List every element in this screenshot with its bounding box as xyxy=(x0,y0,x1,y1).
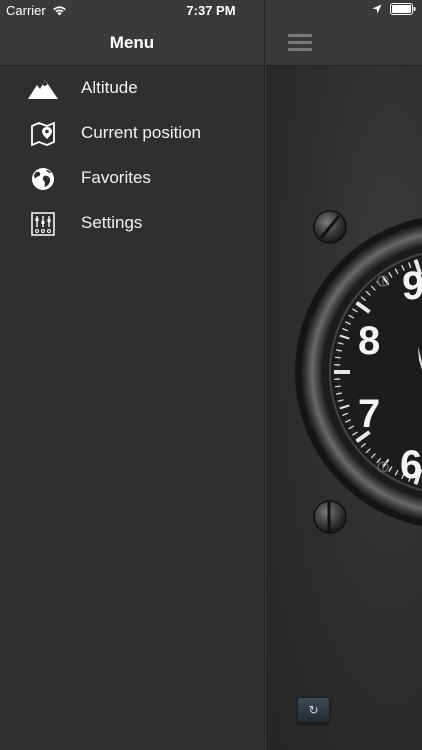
screw-top xyxy=(313,210,347,244)
gauge-tick xyxy=(334,356,341,359)
menu-item-label: Current position xyxy=(81,123,202,142)
altimeter-gauge: 9 8 7 6 xyxy=(295,210,422,534)
status-bar: Carrier 7:37 PM xyxy=(0,0,422,22)
location-arrow-icon xyxy=(372,4,382,14)
sliders-icon xyxy=(28,211,58,237)
menu-title: Menu xyxy=(109,33,155,52)
menu-item-label: Favorites xyxy=(81,168,151,187)
refresh-button[interactable]: ↻ xyxy=(297,697,330,723)
status-right xyxy=(372,3,416,15)
menu-item-label: Settings xyxy=(81,213,143,232)
side-menu: Menu Altitude Current position Favorites… xyxy=(0,0,264,750)
menu-item-label: Altitude xyxy=(81,78,138,97)
screw-bottom xyxy=(313,500,347,534)
gauge-digit-6: 6 xyxy=(400,443,422,487)
gauge-digit-9: 9 xyxy=(402,264,422,308)
menu-item-current-position[interactable]: Current position xyxy=(0,111,264,156)
status-time: 7:37 PM xyxy=(186,3,236,18)
menu-item-altitude[interactable]: Altitude xyxy=(0,66,264,111)
menu-list: Altitude Current position Favorites Sett… xyxy=(0,66,264,246)
mountain-icon xyxy=(28,76,58,102)
refresh-icon: ↻ xyxy=(308,703,319,717)
globe-icon xyxy=(28,166,58,192)
altimeter-view: 9 8 7 6 ↻ xyxy=(266,0,422,750)
battery-icon xyxy=(390,3,416,15)
gauge-digit-7: 7 xyxy=(358,392,380,436)
menu-item-favorites[interactable]: Favorites xyxy=(0,156,264,201)
gauge-digit-8: 8 xyxy=(358,319,380,363)
map-pin-icon xyxy=(28,121,58,147)
gauge-tick xyxy=(334,385,341,388)
menu-item-settings[interactable]: Settings xyxy=(0,201,264,246)
panel-divider xyxy=(264,0,266,750)
